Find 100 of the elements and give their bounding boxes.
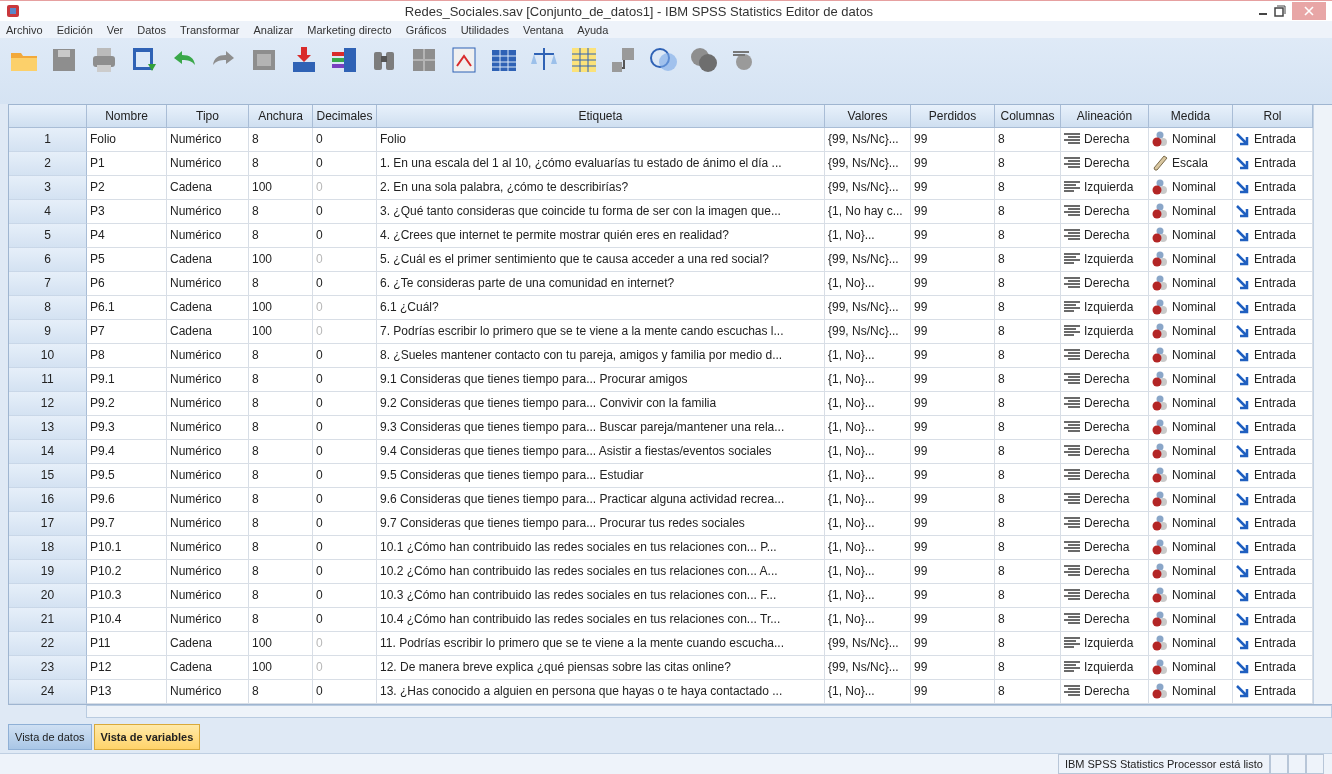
table-cell: Cadena (167, 295, 249, 320)
nominal-icon (1152, 179, 1168, 196)
align-icon (1064, 613, 1080, 626)
cell-text: Nominal (1172, 396, 1216, 411)
table-cell: P9.3 (87, 415, 167, 440)
column-header[interactable]: Alineación (1061, 104, 1149, 128)
column-header[interactable]: Tipo (167, 104, 249, 128)
cell-text: Nominal (1172, 612, 1216, 627)
table-cell: 99 (911, 415, 995, 440)
table-cell: P4 (87, 223, 167, 248)
table-cell: P10.4 (87, 607, 167, 632)
row-number[interactable]: 5 (9, 223, 87, 248)
table-cell: {99, Ns/Nc}... (825, 655, 911, 680)
cell-text: Nominal (1172, 228, 1216, 243)
row-number[interactable]: 6 (9, 247, 87, 272)
row-number[interactable]: 14 (9, 439, 87, 464)
input-arrow-icon (1236, 156, 1250, 171)
table-cell: 8 (249, 511, 313, 536)
column-header[interactable]: Columnas (995, 104, 1061, 128)
cell-text: Derecha (1084, 228, 1130, 243)
maximize-icon[interactable] (1274, 5, 1286, 18)
table-cell: 8 (995, 247, 1061, 272)
menu-item[interactable]: Utilidades (460, 23, 509, 36)
table-cell: 0 (313, 535, 377, 560)
table-cell: Cadena (167, 631, 249, 656)
cell-text: Nominal (1172, 588, 1216, 603)
table-cell: 99 (911, 583, 995, 608)
cell-text: Nominal (1172, 420, 1216, 435)
nominal-icon (1152, 611, 1168, 628)
row-number[interactable]: 23 (9, 655, 87, 680)
column-header[interactable]: Rol (1233, 104, 1313, 128)
row-number[interactable]: 11 (9, 367, 87, 392)
cell-text: Nominal (1172, 372, 1216, 387)
ruler-icon (1152, 155, 1168, 172)
row-number[interactable]: 24 (9, 679, 87, 704)
row-number[interactable]: 10 (9, 343, 87, 368)
row-number[interactable]: 21 (9, 607, 87, 632)
cell-text: Entrada (1254, 276, 1297, 291)
align-icon (1064, 445, 1080, 458)
table-cell: P10.3 (87, 583, 167, 608)
close-icon[interactable] (1292, 2, 1326, 21)
menu-item[interactable]: Archivo (6, 23, 43, 36)
row-number[interactable]: 15 (9, 463, 87, 488)
row-number[interactable]: 9 (9, 319, 87, 344)
table-cell: {99, Ns/Nc}... (825, 631, 911, 656)
row-number[interactable]: 2 (9, 151, 87, 176)
row-number[interactable]: 22 (9, 631, 87, 656)
table-cell: 99 (911, 319, 995, 344)
menu-item[interactable]: Analizar (253, 23, 294, 36)
align-icon (1064, 205, 1080, 218)
table-cell: 8 (249, 343, 313, 368)
column-header[interactable]: Decimales (313, 104, 377, 128)
table-cell: P12 (87, 655, 167, 680)
input-arrow-icon (1236, 180, 1250, 195)
row-number[interactable]: 13 (9, 415, 87, 440)
table-cell: 8 (995, 319, 1061, 344)
menu-item[interactable]: Marketing directo (307, 23, 392, 36)
row-number[interactable]: 3 (9, 175, 87, 200)
table-cell: 8 (995, 391, 1061, 416)
input-arrow-icon (1236, 420, 1250, 435)
row-number[interactable]: 17 (9, 511, 87, 536)
align-icon (1064, 637, 1080, 650)
table-cell: 0 (313, 295, 377, 320)
table-cell: Numérico (167, 367, 249, 392)
table-cell: 8 (995, 199, 1061, 224)
menu-item[interactable]: Gráficos (405, 23, 447, 36)
column-header[interactable]: Etiqueta (377, 104, 825, 128)
table-cell: {1, No}... (825, 391, 911, 416)
row-number[interactable]: 18 (9, 535, 87, 560)
row-number[interactable]: 8 (9, 295, 87, 320)
menu-item[interactable]: Ver (106, 23, 124, 36)
row-number[interactable]: 1 (9, 127, 87, 152)
column-header[interactable]: Anchura (249, 104, 313, 128)
row-number[interactable]: 7 (9, 271, 87, 296)
menu-item[interactable]: Edición (56, 23, 93, 36)
vertical-scrollbar[interactable] (1313, 104, 1332, 704)
row-number[interactable]: 19 (9, 559, 87, 584)
menu-item[interactable]: Ayuda (577, 23, 609, 36)
row-number[interactable]: 20 (9, 583, 87, 608)
column-header[interactable]: Perdidos (911, 104, 995, 128)
table-cell: P2 (87, 175, 167, 200)
menu-item[interactable]: Datos (137, 23, 167, 36)
row-number[interactable]: 12 (9, 391, 87, 416)
cell-text: Derecha (1084, 684, 1130, 699)
align-icon (1064, 421, 1080, 434)
menu-item[interactable]: Transformar (180, 23, 240, 36)
row-number[interactable]: 16 (9, 487, 87, 512)
column-header[interactable]: Nombre (87, 104, 167, 128)
column-header[interactable]: Medida (1149, 104, 1233, 128)
view-tab[interactable]: Vista de datos (8, 724, 92, 751)
cell-text: Nominal (1172, 540, 1216, 555)
menu-item[interactable]: Ventana (522, 23, 564, 36)
table-cell: 99 (911, 631, 995, 656)
table-cell: 99 (911, 175, 995, 200)
align-icon (1064, 565, 1080, 578)
view-tab[interactable]: Vista de variables (93, 724, 201, 751)
table-cell: 0 (313, 655, 377, 680)
column-header[interactable]: Valores (825, 104, 911, 128)
table-cell: P8 (87, 343, 167, 368)
row-number[interactable]: 4 (9, 199, 87, 224)
